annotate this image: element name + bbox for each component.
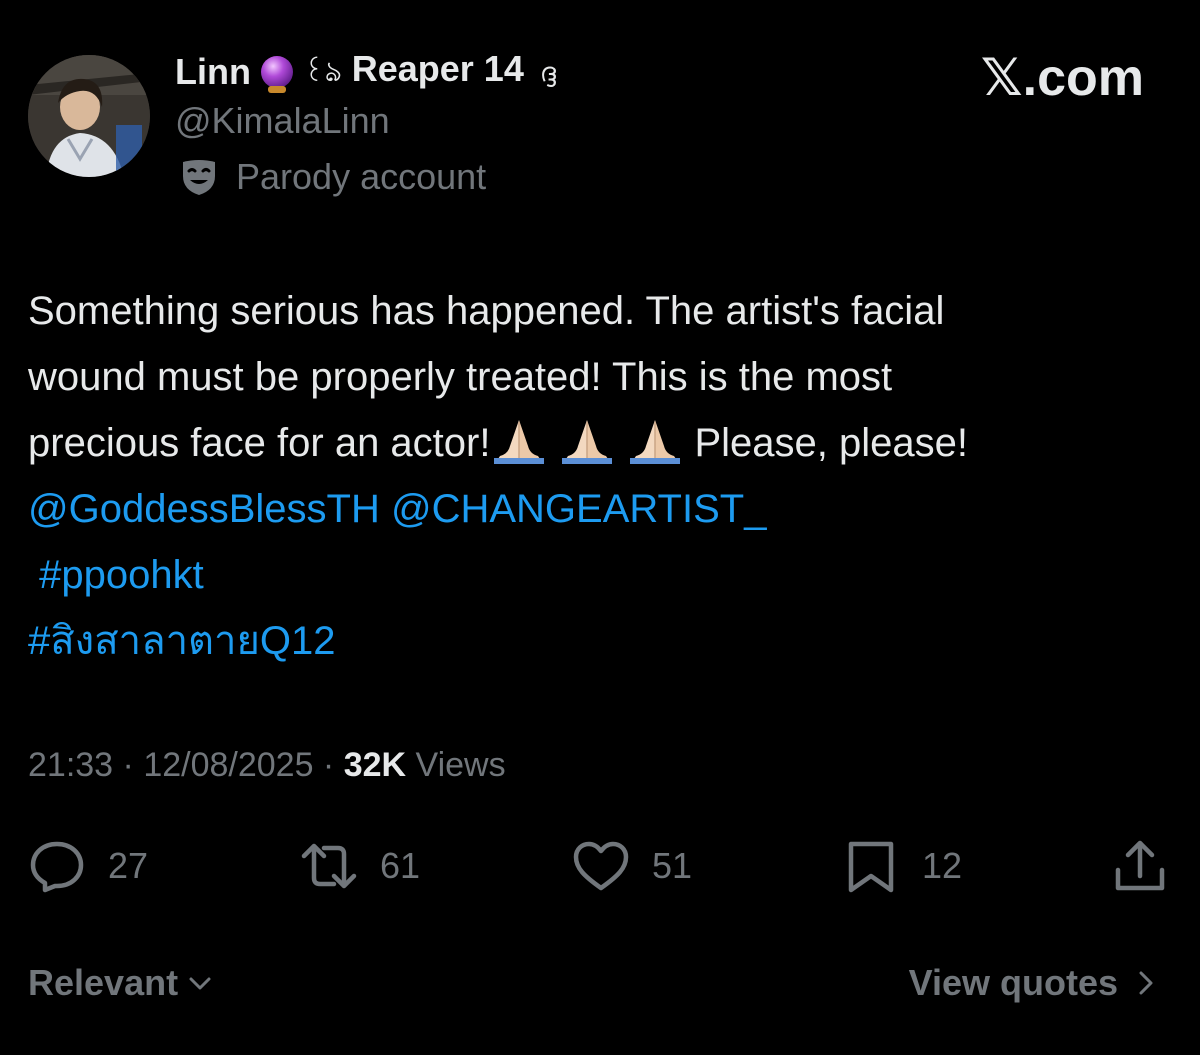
share-icon: [1115, 840, 1165, 891]
views-label: Views: [415, 746, 506, 784]
name-suffix-text: Reaper 14: [351, 47, 524, 89]
repost-icon: [301, 843, 357, 889]
reply-count: 27: [108, 845, 149, 886]
hashtag-link[interactable]: #ppoohkt: [28, 553, 204, 597]
meta-separator: ·: [113, 746, 144, 784]
bookmark-count: 12: [922, 845, 963, 886]
tweet-mentions-line: @GoddessBlessTH @CHANGEARTIST_: [28, 476, 1168, 542]
like-count: 51: [652, 845, 693, 886]
folded-hands-emoji-icon: [490, 418, 548, 464]
avatar[interactable]: [28, 55, 150, 177]
mention-link[interactable]: @CHANGEARTIST_: [391, 487, 767, 531]
tweet-line-3: precious face for an actor! Please, pleas…: [28, 410, 1168, 476]
tweet-date[interactable]: 12/08/2025: [143, 746, 313, 784]
author-name-row[interactable]: Linn ꒰ঌ Reaper 14 ദ്ദ: [175, 48, 556, 96]
tweet-line-1: Something serious has happened. The arti…: [28, 289, 945, 333]
heart-icon: [573, 841, 629, 891]
mask-icon: [178, 156, 220, 198]
chevron-right-icon: [1139, 971, 1153, 995]
views-count[interactable]: 32K: [344, 746, 406, 784]
avatar-image: [28, 55, 150, 177]
parody-label: Parody account: [178, 156, 486, 198]
chevron-down-icon: [189, 977, 211, 990]
brand-watermark: 𝕏.com: [980, 49, 1144, 107]
author-display-name[interactable]: Linn: [175, 51, 251, 93]
tweet-hashtag-line-2: #สิงสาลาตายQ12: [28, 608, 1168, 674]
author-name-suffix: ꒰ঌ Reaper 14 ദ്ദ: [303, 48, 556, 97]
meta-separator: ·: [313, 746, 344, 784]
repost-button[interactable]: 61: [300, 838, 420, 894]
folded-hands-emoji-icon: [626, 418, 684, 464]
sort-label: Relevant: [28, 962, 179, 1003]
tweet-meta: 21:33 · 12/08/2025 · 32K Views: [28, 746, 506, 785]
tweet-hashtag-line-1: #ppoohkt: [28, 542, 1168, 608]
reply-icon: [30, 841, 84, 893]
folded-hands-emoji-icon: [558, 418, 616, 464]
author-handle[interactable]: @KimalaLinn: [175, 100, 390, 142]
tweet-line-2: wound must be properly treated! This is …: [28, 355, 893, 399]
tweet-line-3-after: Please, please!: [694, 421, 968, 465]
reply-button[interactable]: 27: [28, 838, 148, 894]
tweet-text: Something serious has happened. The arti…: [28, 278, 1168, 674]
name-glyph-left: ꒰ঌ: [302, 55, 342, 87]
crystal-ball-icon: [260, 56, 293, 93]
repost-count: 61: [380, 845, 421, 886]
sort-replies-dropdown[interactable]: Relevant: [28, 962, 214, 1004]
tweet-time[interactable]: 21:33: [28, 746, 113, 784]
tweet-line-3-text: precious face for an actor!: [28, 421, 491, 465]
parody-label-text: Parody account: [236, 156, 487, 197]
hashtag-link[interactable]: #สิงสาลาตายQ12: [28, 619, 336, 663]
share-button[interactable]: [1112, 838, 1170, 894]
like-button[interactable]: 51: [572, 838, 692, 894]
mention-link[interactable]: @GoddessBlessTH: [28, 487, 380, 531]
bookmark-button[interactable]: 12: [842, 838, 962, 894]
view-quotes-label: View quotes: [908, 962, 1118, 1003]
name-glyph-right: ദ്ദ: [539, 56, 556, 87]
bookmark-icon: [848, 841, 894, 893]
view-quotes-link[interactable]: View quotes: [909, 962, 1160, 1004]
